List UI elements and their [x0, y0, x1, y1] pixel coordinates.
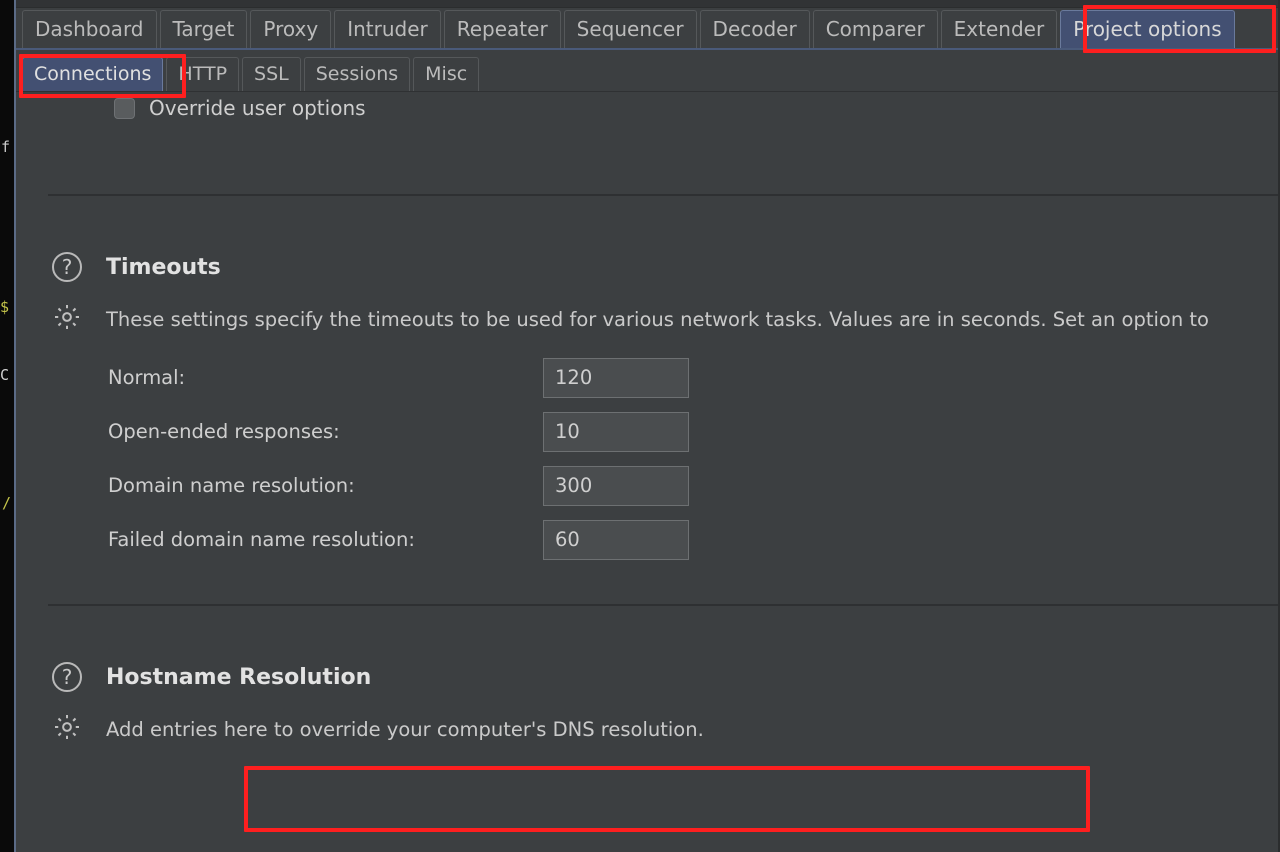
sub-tab-sessions[interactable]: Sessions: [304, 57, 410, 91]
timeouts-title: Timeouts: [106, 255, 221, 280]
hostname-resolution-title: Hostname Resolution: [106, 665, 371, 690]
timeout-field-open-ended-label: Open-ended responses:: [108, 420, 340, 443]
sub-tab-ssl[interactable]: SSL: [242, 57, 301, 91]
burp-suite-window: DashboardTargetProxyIntruderRepeaterSequ…: [14, 0, 1280, 852]
timeout-field-failed-domain-name-resolution-input[interactable]: 60: [543, 520, 689, 560]
override-user-options-label: Override user options: [149, 96, 366, 120]
timeouts-section-header: ? Timeouts: [52, 252, 221, 282]
timeout-field-normal-input[interactable]: 120: [543, 358, 689, 398]
timeout-field-open-ended: Open-ended responses: 10: [108, 420, 1208, 443]
gear-icon[interactable]: [52, 712, 82, 746]
main-tab-comparer[interactable]: Comparer: [813, 10, 938, 48]
hostname-resolution-description-row: Add entries here to override your comput…: [52, 712, 704, 746]
question-circle-icon[interactable]: ?: [52, 252, 82, 282]
timeout-field-normal-label: Normal:: [108, 366, 185, 389]
timeout-field-open-ended-input[interactable]: 10: [543, 412, 689, 452]
main-tab-bar: DashboardTargetProxyIntruderRepeaterSequ…: [16, 8, 1280, 50]
main-tab-extender[interactable]: Extender: [941, 10, 1058, 48]
divider-above-timeouts: [48, 194, 1280, 196]
timeouts-description-row: These settings specify the timeouts to b…: [52, 302, 1209, 336]
timeout-field-domain-name-resolution: Domain name resolution: 300: [108, 474, 1208, 497]
sub-tab-connections[interactable]: Connections: [22, 57, 163, 91]
sub-tab-http[interactable]: HTTP: [166, 57, 239, 91]
background-glyph: $: [0, 300, 9, 315]
question-circle-icon[interactable]: ?: [52, 662, 82, 692]
timeout-field-failed-domain-name-resolution: Failed domain name resolution: 60: [108, 528, 1208, 551]
window-titlebar: [16, 0, 1280, 8]
main-tab-repeater[interactable]: Repeater: [444, 10, 561, 48]
timeout-field-normal: Normal: 120: [108, 366, 1208, 389]
background-glyph: /: [2, 496, 11, 511]
main-tab-decoder[interactable]: Decoder: [700, 10, 810, 48]
timeout-field-failed-domain-name-resolution-label: Failed domain name resolution:: [108, 528, 415, 551]
background-glyph: C: [0, 368, 9, 383]
main-tab-project-options[interactable]: Project options: [1060, 10, 1234, 48]
connections-settings-pane: Override user options ? Timeouts These s…: [18, 94, 1280, 852]
main-tab-target[interactable]: Target: [160, 10, 248, 48]
main-tab-dashboard[interactable]: Dashboard: [22, 10, 157, 48]
main-tab-sequencer[interactable]: Sequencer: [564, 10, 697, 48]
main-tab-intruder[interactable]: Intruder: [334, 10, 441, 48]
override-user-options-checkbox[interactable]: [114, 98, 135, 119]
override-user-options-row[interactable]: Override user options: [114, 96, 366, 120]
gear-icon[interactable]: [52, 302, 82, 336]
sub-tab-bar: ConnectionsHTTPSSLSessionsMisc: [16, 52, 1280, 92]
divider-above-hostname-resolution: [48, 604, 1280, 606]
hostname-resolution-section-header: ? Hostname Resolution: [52, 662, 371, 692]
background-glyph: f: [1, 140, 10, 155]
timeout-field-domain-name-resolution-input[interactable]: 300: [543, 466, 689, 506]
hostname-resolution-description: Add entries here to override your comput…: [106, 718, 704, 741]
timeout-field-domain-name-resolution-label: Domain name resolution:: [108, 474, 355, 497]
main-tab-proxy[interactable]: Proxy: [250, 10, 331, 48]
sub-tab-misc[interactable]: Misc: [413, 57, 479, 91]
timeouts-description: These settings specify the timeouts to b…: [106, 308, 1209, 331]
